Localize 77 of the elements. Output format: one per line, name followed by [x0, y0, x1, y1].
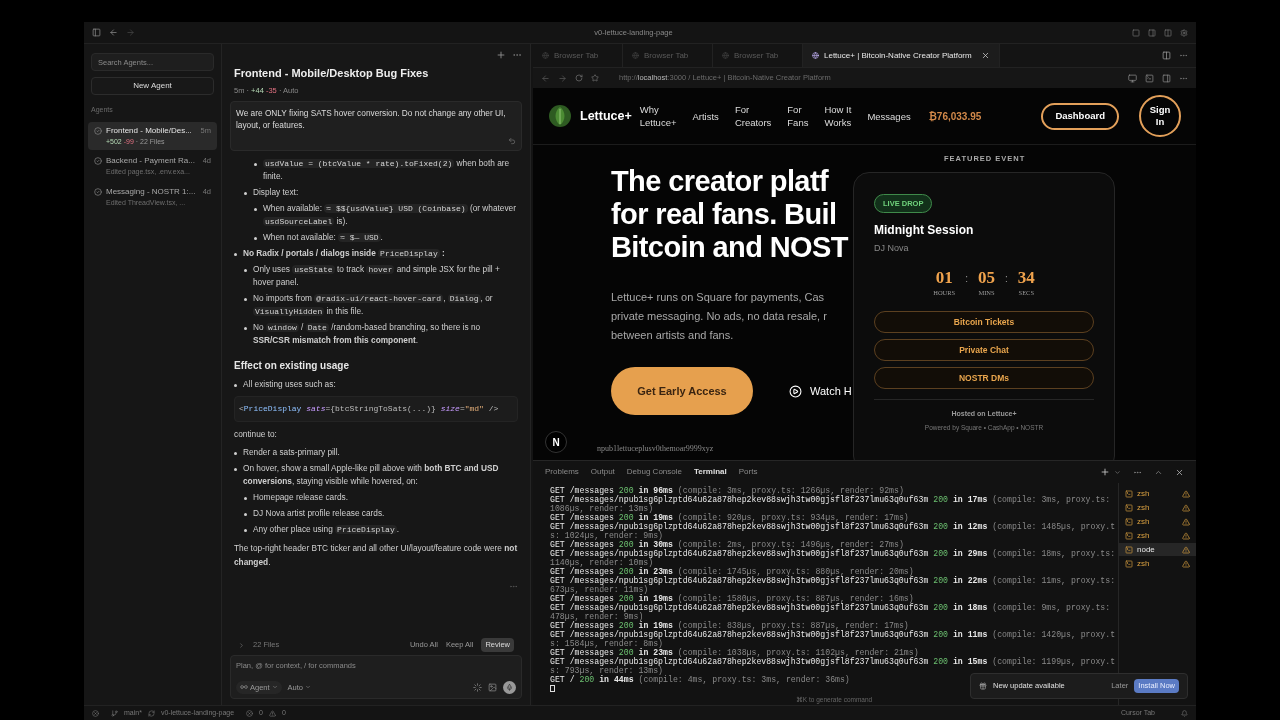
nav-link[interactable]: Messages: [867, 109, 911, 123]
sign-in-button[interactable]: Sign In: [1139, 95, 1181, 137]
event-action-button[interactable]: NOSTR DMs: [874, 367, 1094, 390]
log-line: GET /messages/npub1sg6plzptd64u62a878hep2kev88swjh3tw00gjsfl8f237lmu63q0uf63m 200 in 15ms (compile: 1199µs, proxy.ts: 793µs, render: 13ms): [550, 657, 1117, 675]
log-line: GET /messages 200 in 23ms (compile: 1038µs, proxy.ts: 1102µs, render: 21ms): [550, 648, 919, 657]
agent-title: Frontend - Mobile/Des...: [106, 124, 192, 137]
agent-title: Messaging - NOSTR 1:...: [106, 185, 196, 198]
dashboard-button[interactable]: Dashboard: [1041, 102, 1119, 130]
log-line: GET /messages 200 in 23ms (compile: 1745µs, proxy.ts: 880µs, render: 20ms): [550, 567, 914, 576]
log-line: GET /messages 200 in 96ms (compile: 3ms, proxy.ts: 1266µs, render: 92ms): [550, 486, 904, 495]
hero-headline: The creator platf for real fans. Buil Bitcoin and NOST: [611, 165, 848, 264]
panel-tab[interactable]: Problems: [545, 466, 579, 478]
paragraph: continue to:: [234, 428, 278, 442]
panel-tab[interactable]: Terminal: [693, 466, 727, 478]
prompt-text: We are ONLY fixing SATS hover conversion. Do not change any other UI, layout, or features.: [236, 107, 506, 133]
countdown-value: 05: [978, 267, 995, 288]
watch-button[interactable]: Watch H: [789, 382, 852, 400]
colon-separator: :: [965, 271, 968, 286]
list-item-text: Homepage release cards.: [253, 491, 348, 505]
log-line: GET /messages 200 in 19ms (compile: 838µs, proxy.ts: 887µs, render: 17ms): [550, 621, 909, 630]
list-item-text: When available: ≈ $${usdValue} USD (Coinbase) (or whatever usdSourceLabel is).: [263, 202, 517, 229]
nav-link[interactable]: How It Works: [824, 103, 852, 129]
agent-title: Backend - Payment Ra...: [106, 155, 195, 167]
list-item-text: No imports from @radix-ui/react-hover-card , Dialog , or VisuallyHidden in this file.: [253, 292, 494, 319]
list-item-text: All existing uses such as:: [243, 378, 336, 392]
event-artist: DJ Nova: [874, 242, 910, 255]
list-item-text: Display text:: [253, 186, 299, 200]
countdown-value: 34: [1017, 267, 1035, 288]
log-line: GET /messages/npub1sg6plzptd64u62a878hep2kev88swjh3tw00gjsfl8f237lmu63q0uf63m 200 in 18ms (compile: 9ms, proxy.ts: 478µs, render: 9ms): [550, 603, 1112, 621]
event-action-button[interactable]: Private Chat: [874, 339, 1094, 362]
event-action-button[interactable]: Bitcoin Tickets: [874, 311, 1094, 334]
get-early-access-button[interactable]: Get Early Access: [611, 367, 753, 415]
nav-link[interactable]: For Creators: [734, 103, 772, 129]
log-line: GET /messages/npub1sg6plzptd64u62a878hep2kev88swjh3tw00gjsfl8f237lmu63q0uf63m 200 in 22ms (compile: 11ms, proxy.ts: 673µs, render: 11ms): [550, 576, 1117, 594]
terminal-session[interactable]: zsh: [1119, 487, 1196, 500]
list-item-text: Only uses useState to track hover and simple JSX for the pill + hover panel.: [253, 263, 501, 290]
list-item-text: Render a sats-primary pill.: [243, 446, 340, 460]
list-item-text: Any other place using PriceDisplay .: [253, 523, 400, 537]
browser-tab[interactable]: Lettuce+ | Bitcoin-Native Creator Platform: [803, 44, 1000, 67]
nav-link[interactable]: Artists: [692, 109, 719, 123]
log-line: GET /messages/npub1sg6plzptd64u62a878hep2kev88swjh3tw00gjsfl8f237lmu63q0uf63m 200 in 12ms (compile: 1485µs, proxy.ts: 1024µs, render: 9ms): [550, 522, 1117, 540]
btc-price: ₿76,033.95: [928, 109, 982, 124]
log-line: GET /messages/npub1sg6plzptd64u62a878hep2kev88swjh3tw00gjsfl8f237lmu63q0uf63m 200 in 29ms (compile: 18ms, proxy.ts: 1140µs, render: 10ms): [550, 549, 1117, 567]
section-heading: Effect on existing usage: [234, 359, 351, 374]
chat-title: Frontend - Mobile/Desktop Bug Fixes: [234, 66, 430, 80]
list-item-text: usdValue = (btcValue * rate).toFixed(2) when both are finite.: [263, 157, 511, 184]
log-line: GET /messages/npub1sg6plzptd64u62a878hep2kev88swjh3tw00gjsfl8f237lmu63q0uf63m 200 in 11ms (compile: 1420µs, proxy.ts: 1584µs, render: 8ms): [550, 630, 1117, 648]
hero-description: Lettuce+ runs on Square for payments, Cas private messaging. No ads, no data resale, r between artists and fans.: [611, 290, 827, 343]
log-line: GET /messages/npub1sg6plzptd64u62a878hep2kev88swjh3tw00gjsfl8f237lmu63q0uf63m 200 in 17ms (compile: 3ms, proxy.ts: 1086µs, render: 13ms): [550, 495, 1112, 513]
terminal-session[interactable]: zsh: [1119, 557, 1196, 570]
log-line: GET /messages 200 in 19ms (compile: 1580µs, proxy.ts: 887µs, render: 16ms): [550, 594, 914, 603]
log-line: GET / 200 in 44ms (compile: 4ms, proxy.ts: 3ms, render: 36ms): [550, 675, 851, 684]
new-agent-button[interactable]: New Agent: [91, 77, 214, 95]
terminal-session[interactable]: zsh: [1119, 501, 1196, 514]
event-title: Midnight Session: [874, 222, 975, 239]
code-block: <PriceDisplay sats={btcStringToSats(...)} size="md" />: [234, 396, 518, 423]
brand-name: Lettuce+: [580, 107, 632, 125]
list-item-text: DJ Nova artist profile release cards.: [253, 507, 385, 521]
dev-badge[interactable]: N: [545, 431, 567, 453]
paragraph: The top-right header BTC ticker and all other UI/layout/feature code were not changed.: [234, 542, 518, 570]
list-item-text: No Radix / portals / dialogs inside PriceDisplay :: [243, 247, 445, 261]
panel-tab[interactable]: Output: [590, 466, 615, 478]
countdown-value: 01: [935, 267, 953, 288]
list-item-text: On hover, show a small Apple-like pill above with both BTC and USD conversions, staying visible while hovered, on:: [243, 462, 500, 489]
terminal-session[interactable]: node: [1119, 543, 1196, 556]
terminal-session[interactable]: zsh: [1119, 529, 1196, 542]
panel-tab[interactable]: Debug Console: [626, 466, 682, 478]
colon-separator: :: [1005, 271, 1008, 286]
log-line: GET /messages 200 in 19ms (compile: 920µs, proxy.ts: 934µs, render: 17ms): [550, 513, 909, 522]
terminal-session[interactable]: zsh: [1119, 515, 1196, 528]
list-item-text: No window / Date /random-based branching, so there is no SSR/CSR mismatch from this component.: [253, 321, 482, 348]
nav-link[interactable]: For Fans: [787, 103, 809, 129]
npub-text: npub1lettuceplusv0themoar9999xyz: [597, 443, 714, 455]
panel-tab[interactable]: Ports: [738, 466, 758, 478]
list-item-text: When not available: ≈ $— USD .: [263, 231, 383, 245]
log-line: GET /messages 200 in 30ms (compile: 2ms, proxy.ts: 1496µs, render: 27ms): [550, 540, 904, 549]
nav-link[interactable]: Why Lettuce+: [639, 103, 677, 129]
